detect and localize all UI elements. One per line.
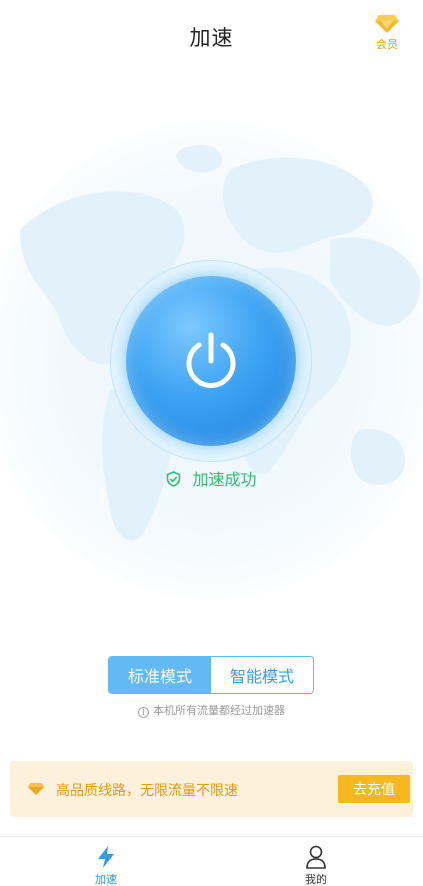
diamond-icon — [367, 14, 407, 34]
tab-accelerate[interactable]: 加速 — [66, 845, 146, 886]
tab-accelerate-label: 加速 — [95, 873, 117, 886]
diamond-icon — [28, 781, 44, 800]
mode-switch: 标准模式 智能模式 — [108, 656, 314, 694]
tab-profile-label: 我的 — [305, 873, 327, 886]
vip-button[interactable]: 会员 — [367, 14, 407, 58]
mode-note: i 本机所有流量都经过加速器 — [0, 702, 423, 718]
bottom-tab-bar: 加速 我的 — [0, 836, 423, 886]
power-button-wrapper — [110, 260, 312, 462]
mode-smart-tab[interactable]: 智能模式 — [211, 657, 313, 693]
connection-status: 加速成功 — [0, 466, 423, 490]
status-text: 加速成功 — [192, 470, 257, 489]
promo-banner: 高品质线路，无限流量不限速 去充值 — [10, 761, 413, 817]
app-screen: 加速 会员 加速成功 标准模式 智能模式 i 本机所有流量都经过加速器 高品质线… — [0, 0, 423, 886]
promo-text: 高品质线路，无限流量不限速 — [56, 783, 238, 799]
mode-standard-tab[interactable]: 标准模式 — [109, 657, 211, 693]
lightning-icon — [66, 845, 146, 869]
vip-label: 会员 — [376, 38, 398, 51]
user-icon — [276, 845, 356, 869]
tab-profile[interactable]: 我的 — [276, 845, 356, 886]
header: 加速 会员 — [0, 0, 423, 70]
power-button[interactable] — [126, 276, 296, 446]
mode-note-text: 本机所有流量都经过加速器 — [153, 704, 285, 717]
shield-check-icon — [166, 470, 192, 489]
page-title: 加速 — [189, 26, 234, 50]
info-icon: i — [138, 707, 149, 718]
recharge-button[interactable]: 去充值 — [338, 775, 410, 803]
